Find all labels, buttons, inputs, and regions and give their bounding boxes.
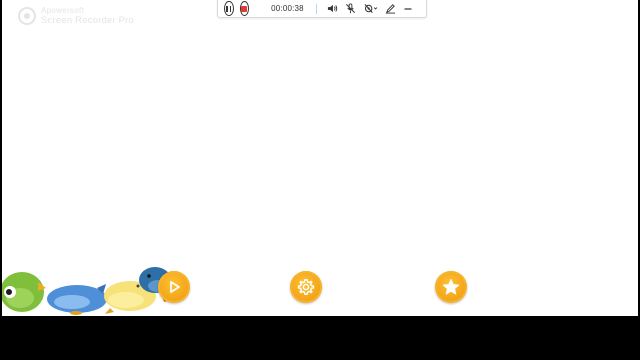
recording-timer: 00:00:38 bbox=[271, 4, 304, 13]
star-icon bbox=[442, 278, 460, 295]
gear-icon bbox=[297, 279, 315, 295]
recorder-watermark: Apowersoft Screen Recorder Pro bbox=[18, 6, 134, 26]
game-canvas: Apowersoft Screen Recorder Pro 00:00:38 bbox=[2, 0, 638, 316]
microphone-muted-icon bbox=[346, 3, 355, 14]
play-button[interactable] bbox=[158, 271, 190, 303]
speaker-icon bbox=[327, 4, 338, 13]
pen-icon bbox=[385, 4, 396, 14]
camera-muted-icon bbox=[364, 4, 378, 13]
pause-icon bbox=[226, 5, 232, 12]
settings-button[interactable] bbox=[290, 271, 322, 303]
stop-recording-button[interactable] bbox=[239, 1, 250, 16]
microphone-toggle[interactable] bbox=[345, 3, 356, 15]
minimize-icon bbox=[404, 7, 412, 10]
play-icon bbox=[170, 281, 180, 293]
screen-recorder-toolbar: 00:00:38 bbox=[217, 0, 427, 18]
apowersoft-logo-icon bbox=[18, 7, 36, 25]
rate-star-button[interactable] bbox=[435, 271, 467, 303]
speaker-toggle[interactable] bbox=[327, 3, 338, 15]
pause-recording-button[interactable] bbox=[224, 1, 234, 16]
screen: Apowersoft Screen Recorder Pro 00:00:38 bbox=[0, 0, 640, 360]
watermark-product: Screen Recorder Pro bbox=[41, 15, 135, 26]
minimize-toolbar-button[interactable] bbox=[403, 3, 413, 15]
blue-bird bbox=[47, 284, 107, 315]
green-bird bbox=[2, 272, 46, 312]
stop-icon bbox=[241, 5, 248, 12]
toolbar-divider bbox=[315, 3, 317, 14]
annotate-pen-button[interactable] bbox=[385, 3, 396, 15]
webcam-toggle[interactable] bbox=[363, 3, 378, 15]
